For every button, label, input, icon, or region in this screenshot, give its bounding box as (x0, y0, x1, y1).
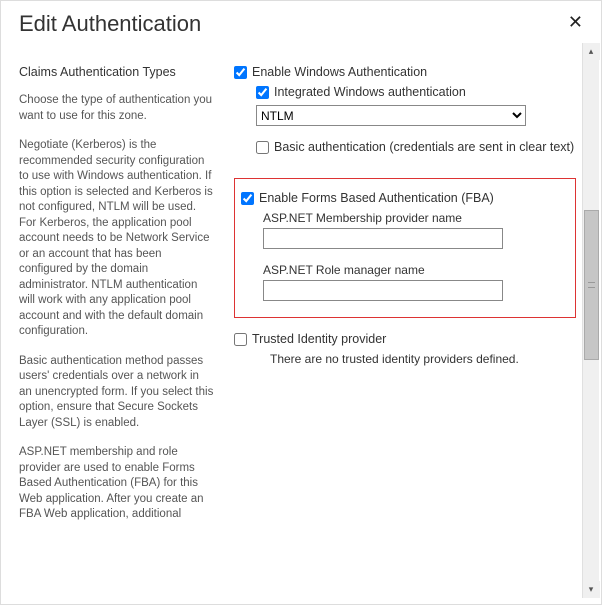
dialog-titlebar: Edit Authentication ✕ (1, 1, 601, 43)
help-text: Choose the type of authentication you wa… (19, 93, 214, 124)
auth-mode-row: NTLM (256, 105, 576, 126)
enable-windows-row: Enable Windows Authentication (234, 65, 576, 79)
scroll-up-button[interactable]: ▴ (583, 43, 600, 60)
trusted-message: There are no trusted identity providers … (270, 352, 576, 366)
auth-mode-select[interactable]: NTLM (256, 105, 526, 126)
role-input[interactable] (263, 280, 503, 301)
help-text: ASP.NET membership and role provider are… (19, 445, 214, 523)
vertical-scrollbar[interactable]: ▴ ▾ (582, 43, 599, 598)
dialog-body: Claims Authentication Types Choose the t… (1, 43, 601, 598)
integrated-label: Integrated Windows authentication (274, 85, 466, 99)
trusted-checkbox[interactable] (234, 333, 247, 346)
membership-label: ASP.NET Membership provider name (263, 211, 561, 225)
integrated-row: Integrated Windows authentication (256, 85, 576, 99)
trusted-row: Trusted Identity provider (234, 332, 576, 346)
fba-highlight-box: Enable Forms Based Authentication (FBA) … (234, 178, 576, 318)
settings-panel: Enable Windows Authentication Integrated… (224, 43, 582, 598)
help-text: Basic authentication method passes users… (19, 354, 214, 432)
scroll-grip-icon (588, 282, 595, 288)
dialog-title: Edit Authentication (19, 11, 201, 37)
membership-input[interactable] (263, 228, 503, 249)
role-label: ASP.NET Role manager name (263, 263, 561, 277)
help-heading: Claims Authentication Types (19, 65, 214, 79)
basic-auth-checkbox[interactable] (256, 141, 269, 154)
trusted-label: Trusted Identity provider (252, 332, 386, 346)
enable-fba-checkbox[interactable] (241, 192, 254, 205)
help-panel: Claims Authentication Types Choose the t… (19, 43, 224, 598)
basic-auth-label: Basic authentication (credentials are se… (274, 140, 574, 154)
enable-fba-row: Enable Forms Based Authentication (FBA) (241, 191, 561, 205)
enable-windows-checkbox[interactable] (234, 66, 247, 79)
enable-fba-label: Enable Forms Based Authentication (FBA) (259, 191, 494, 205)
close-icon[interactable]: ✕ (564, 11, 587, 33)
help-text: Negotiate (Kerberos) is the recommended … (19, 138, 214, 340)
scroll-track[interactable] (583, 60, 600, 581)
basic-auth-row: Basic authentication (credentials are se… (256, 140, 576, 154)
scroll-thumb[interactable] (584, 210, 599, 360)
integrated-checkbox[interactable] (256, 86, 269, 99)
scroll-down-button[interactable]: ▾ (583, 581, 600, 598)
enable-windows-label: Enable Windows Authentication (252, 65, 427, 79)
